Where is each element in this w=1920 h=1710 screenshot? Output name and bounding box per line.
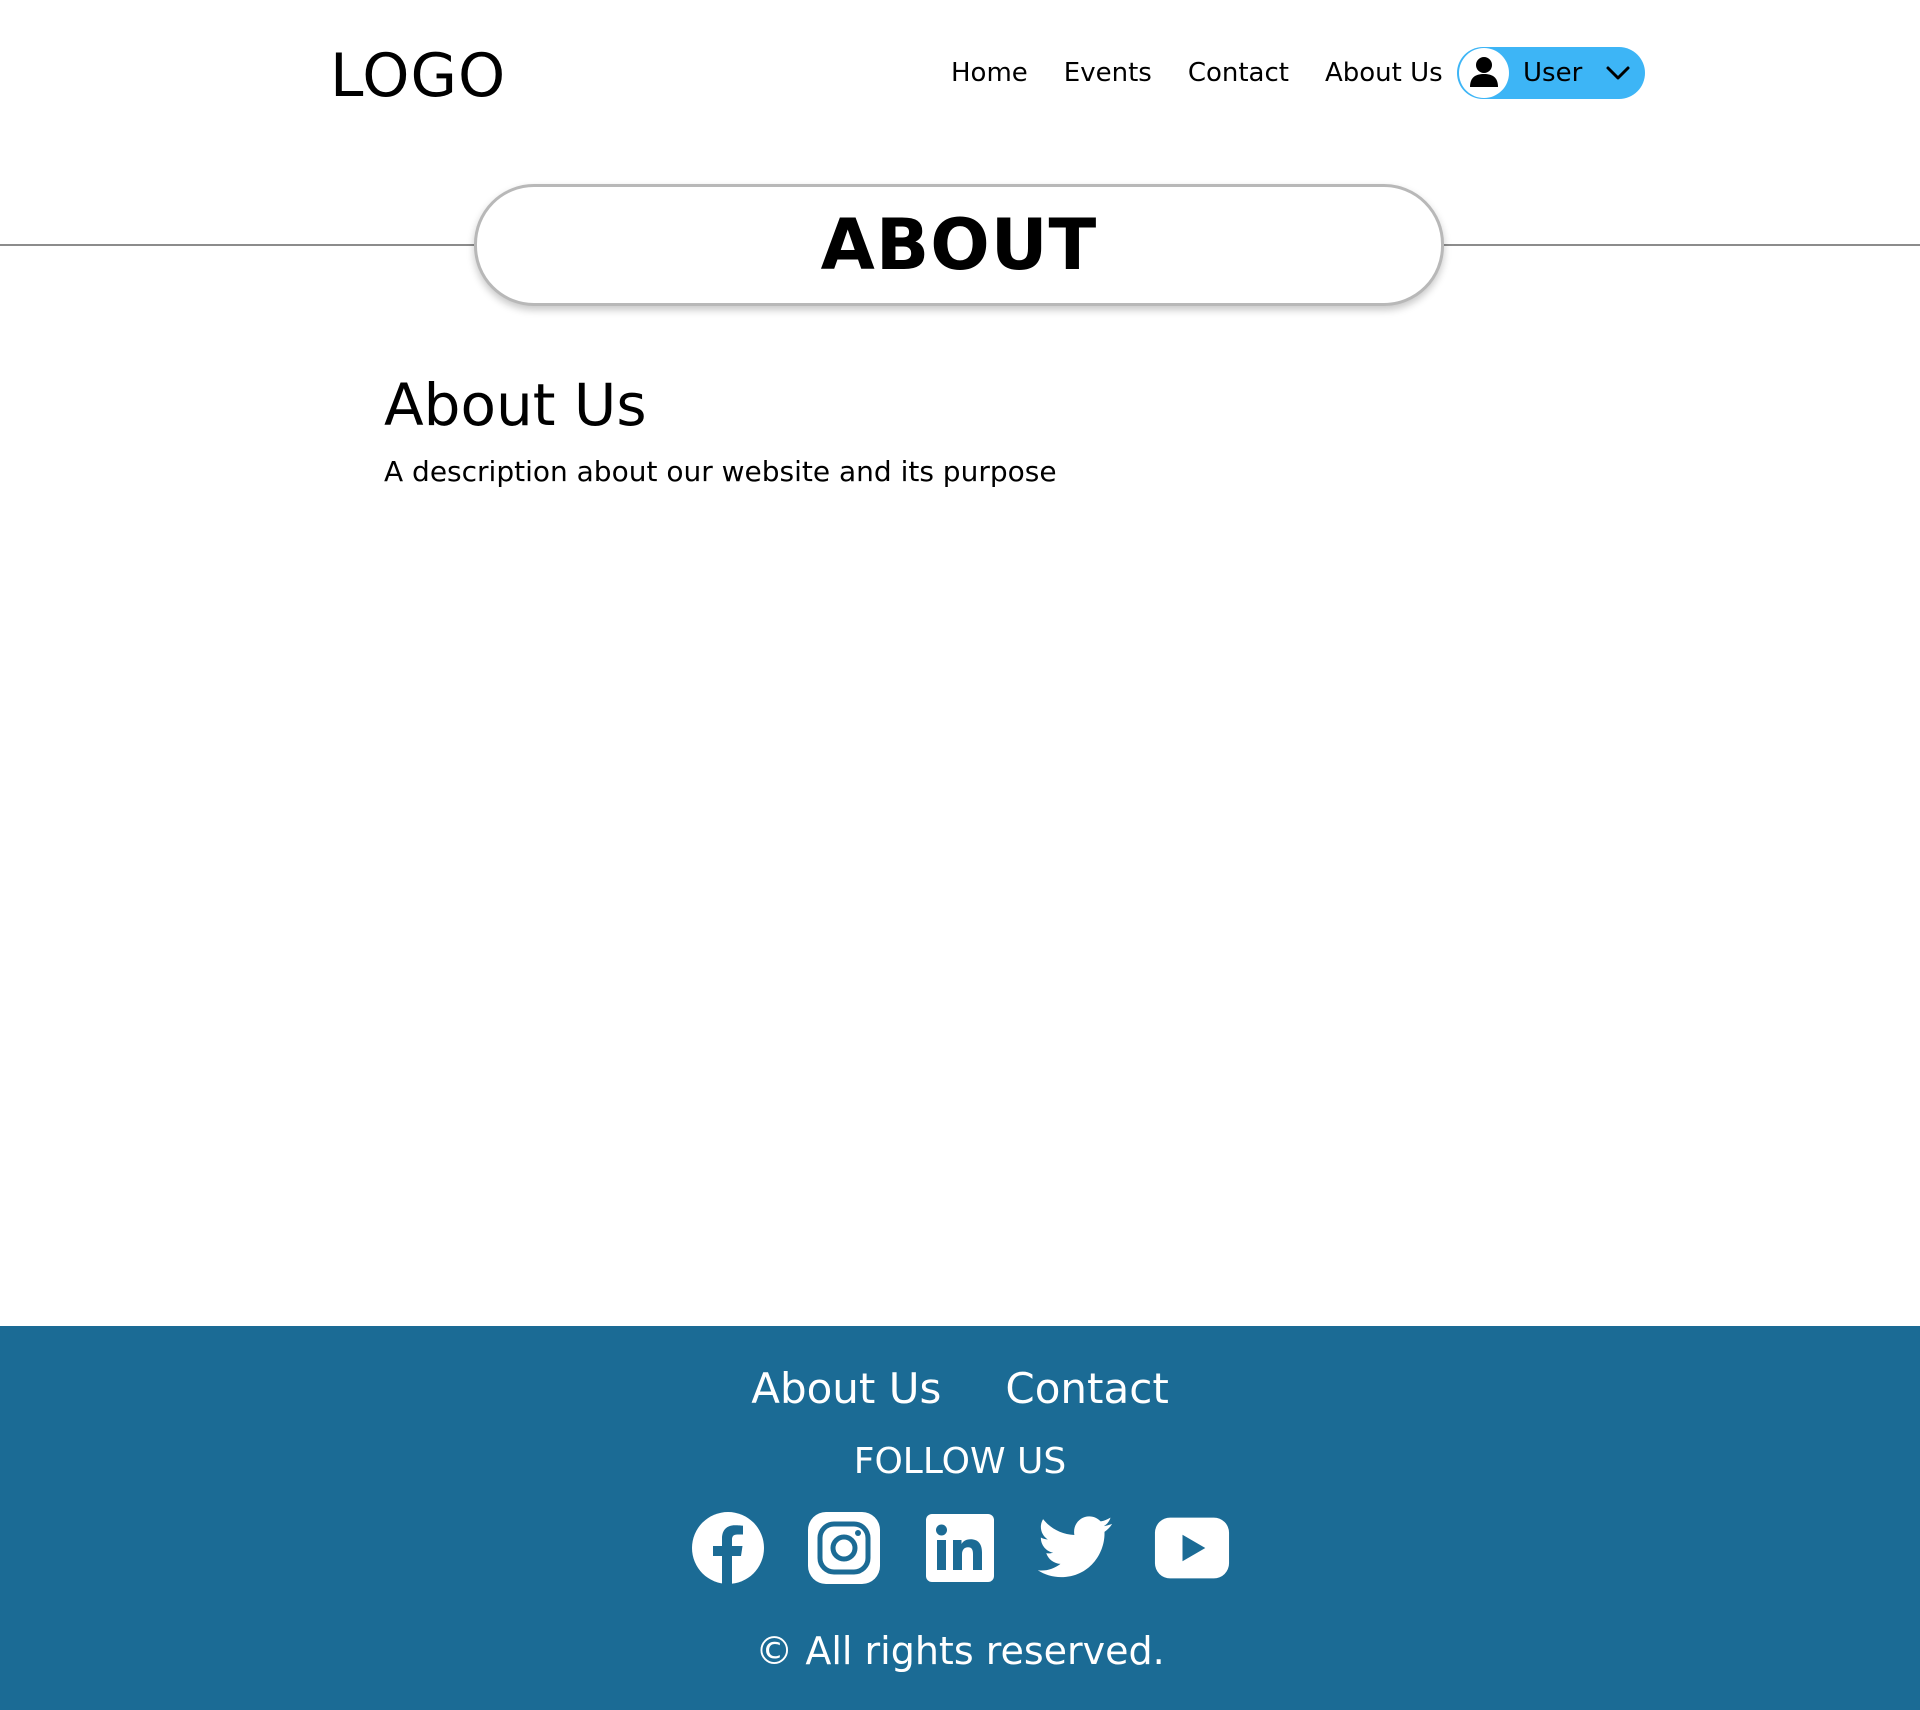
footer-links: About Us Contact [0, 1362, 1920, 1416]
nav-home-link[interactable]: Home [951, 55, 1028, 91]
nav-about-link[interactable]: About Us [1325, 55, 1443, 91]
twitter-icon [1038, 1516, 1113, 1578]
social-links [0, 1510, 1920, 1586]
footer-about-link[interactable]: About Us [751, 1362, 941, 1416]
youtube-icon [1154, 1517, 1230, 1579]
user-menu-button[interactable]: User [1457, 47, 1645, 99]
content-description: A description about our website and its … [384, 455, 1057, 488]
instagram-icon [808, 1512, 880, 1584]
twitter-link[interactable] [1038, 1510, 1114, 1586]
user-avatar-icon [1470, 57, 1498, 87]
chevron-down-icon [1606, 66, 1630, 80]
content-heading: About Us [384, 371, 647, 439]
linkedin-icon [926, 1514, 994, 1582]
user-label: User [1523, 58, 1583, 88]
logo[interactable]: LOGO [330, 40, 506, 112]
user-avatar [1459, 48, 1509, 98]
page: LOGO Home Events Contact About Us User A… [0, 0, 1920, 1710]
page-title-box: ABOUT [474, 184, 1444, 306]
facebook-icon [692, 1512, 764, 1584]
instagram-link[interactable] [806, 1510, 882, 1586]
follow-us-label: FOLLOW US [853, 1441, 1067, 1482]
footer-contact-link[interactable]: Contact [1005, 1362, 1168, 1416]
youtube-link[interactable] [1154, 1510, 1230, 1586]
copyright-text: © All rights reserved. [755, 1629, 1165, 1673]
site-footer: About Us Contact FOLLOW US © All rights … [0, 1326, 1920, 1710]
facebook-link[interactable] [690, 1510, 766, 1586]
site-header: LOGO Home Events Contact About Us User [0, 0, 1920, 150]
nav-contact-link[interactable]: Contact [1188, 55, 1289, 91]
main-nav: Home Events Contact About Us [951, 55, 1479, 91]
nav-events-link[interactable]: Events [1064, 55, 1152, 91]
page-title: ABOUT [820, 204, 1098, 286]
linkedin-link[interactable] [922, 1510, 998, 1586]
